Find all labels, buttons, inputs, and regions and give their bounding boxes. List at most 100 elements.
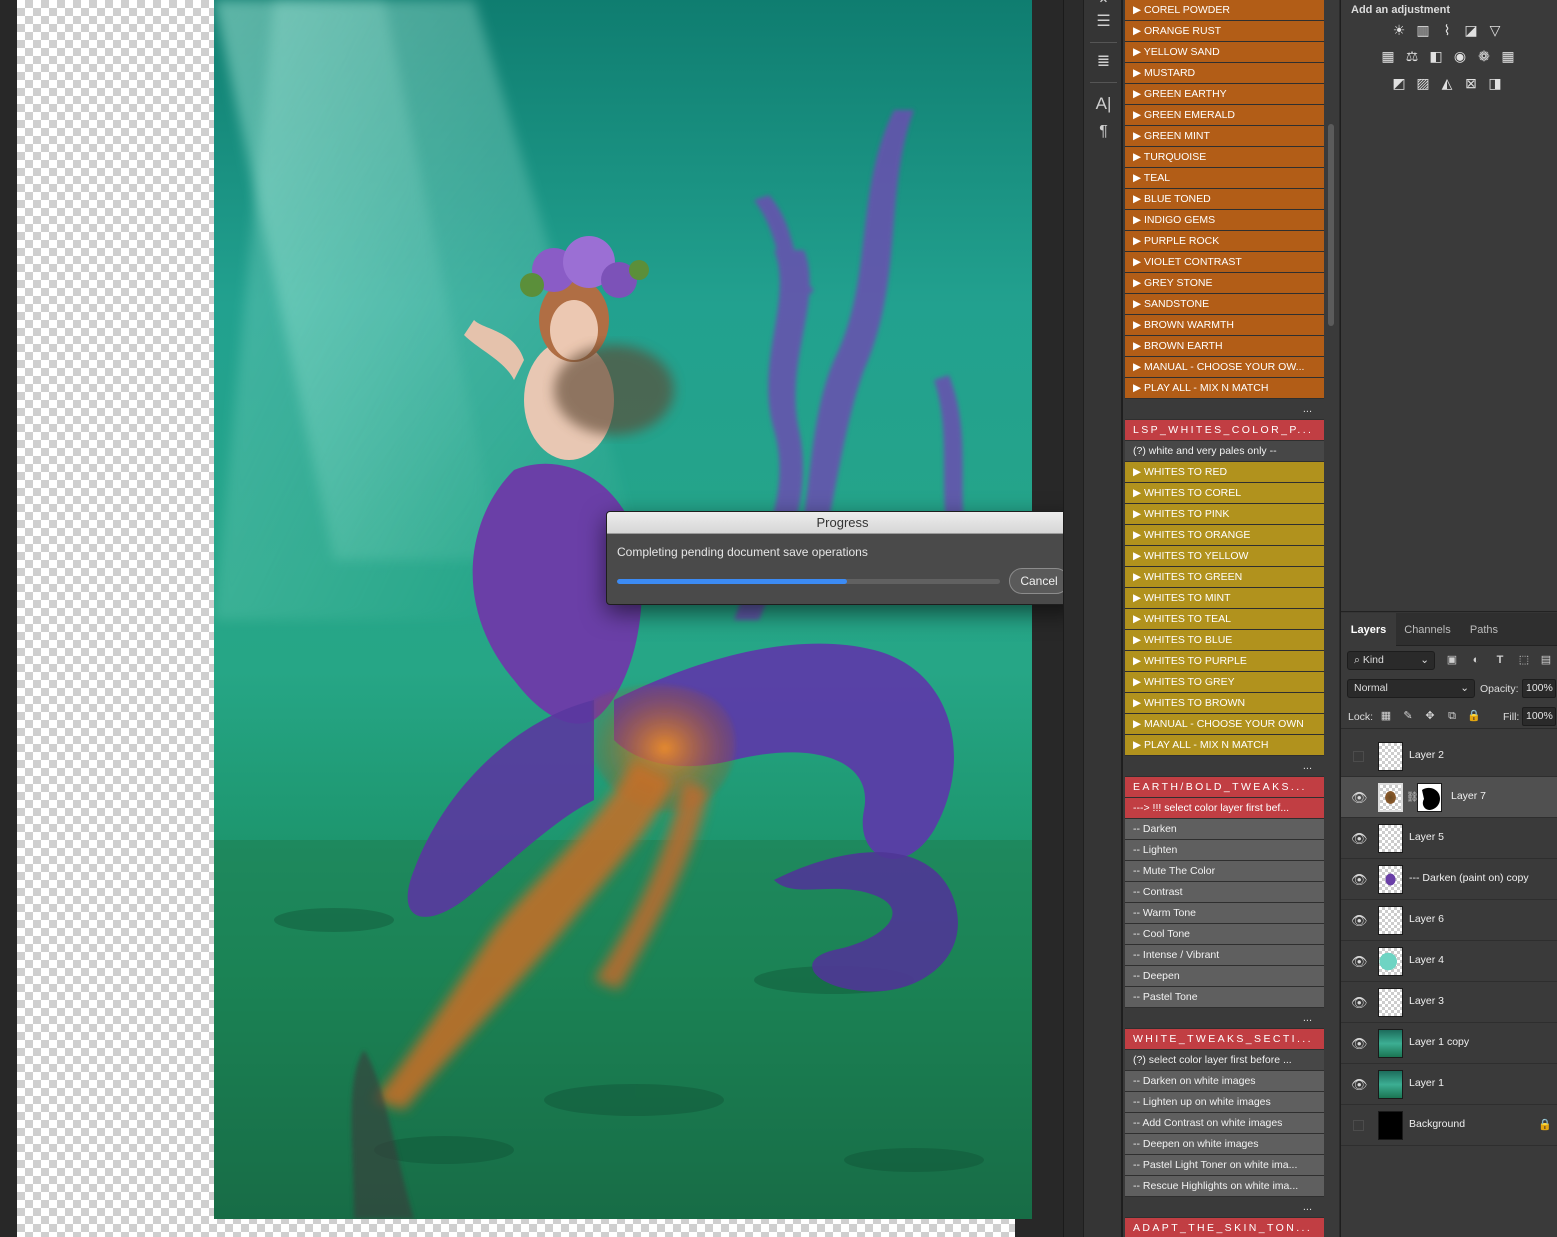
hue-saturation-icon[interactable]: ▦ — [1378, 46, 1398, 66]
character-icon[interactable]: A| — [1084, 90, 1123, 118]
action-item[interactable]: ▶ MANUAL - CHOOSE YOUR OW... — [1125, 357, 1324, 378]
action-item[interactable]: ▶ PLAY ALL - MIX N MATCH — [1125, 378, 1324, 399]
channel-mixer-icon[interactable]: ❁ — [1474, 46, 1494, 66]
layer-row[interactable]: 👁 ⛓ Layer 7 — [1341, 777, 1557, 818]
photo-filter-icon[interactable]: ◉ — [1450, 46, 1470, 66]
threshold-icon[interactable]: ◭ — [1437, 73, 1457, 93]
eye-icon[interactable]: 👁 — [1351, 1036, 1368, 1051]
lock-artboard-icon[interactable]: ⧉ — [1445, 709, 1459, 723]
fill-input[interactable]: 100% — [1522, 707, 1556, 726]
action-item[interactable]: ▶ WHITES TO BLUE — [1125, 630, 1324, 651]
action-item[interactable]: -- Pastel Light Toner on white ima... — [1125, 1155, 1324, 1176]
action-item[interactable]: ▶ WHITES TO YELLOW — [1125, 546, 1324, 567]
action-item[interactable]: -- Darken on white images — [1125, 1071, 1324, 1092]
curves-icon[interactable]: ⌇ — [1437, 20, 1457, 40]
properties-sliders-icon[interactable]: ☰ — [1084, 8, 1123, 36]
action-item[interactable]: ▶ WHITES TO BROWN — [1125, 693, 1324, 714]
action-set-header[interactable]: LSP_WHITES_COLOR_P... — [1125, 420, 1324, 441]
action-item[interactable]: -- Darken — [1125, 819, 1324, 840]
levels-icon[interactable]: ▥ — [1413, 20, 1433, 40]
layer-name[interactable]: Layer 1 copy — [1409, 1036, 1469, 1048]
action-item[interactable]: -- Cool Tone — [1125, 924, 1324, 945]
lock-all-icon[interactable]: 🔒 — [1467, 709, 1481, 723]
cancel-button[interactable]: Cancel — [1009, 568, 1069, 594]
invert-icon[interactable]: ◩ — [1389, 73, 1409, 93]
tab-layers[interactable]: Layers — [1341, 613, 1396, 646]
layer-row[interactable]: 👁 Layer 6 — [1341, 900, 1557, 941]
layer-row[interactable]: 👁 Layer 1 — [1341, 1064, 1557, 1105]
action-item[interactable]: ▶ GREY STONE — [1125, 273, 1324, 294]
action-item[interactable]: ▶ WHITES TO MINT — [1125, 588, 1324, 609]
actions-more-row[interactable]: ... — [1125, 1008, 1324, 1029]
lock-move-icon[interactable]: ✥ — [1423, 709, 1437, 723]
eye-icon[interactable]: 👁 — [1351, 872, 1368, 887]
layer-row[interactable]: 👁 --- Darken (paint on) copy — [1341, 859, 1557, 900]
lock-paint-icon[interactable]: ✎ — [1401, 709, 1415, 723]
action-item[interactable]: -- Pastel Tone — [1125, 987, 1324, 1008]
eye-icon[interactable]: 👁 — [1351, 790, 1368, 805]
action-set-header[interactable]: ADAPT_THE_SKIN_TON... — [1125, 1218, 1324, 1237]
actions-more-row[interactable]: ... — [1125, 756, 1324, 777]
layer-name[interactable]: Layer 6 — [1409, 913, 1444, 925]
smart-object-filter-icon[interactable]: ▤ — [1538, 652, 1554, 668]
document-canvas[interactable] — [17, 0, 1032, 1237]
action-item[interactable]: ▶ BROWN EARTH — [1125, 336, 1324, 357]
layer-mask-thumbnail[interactable] — [1417, 783, 1442, 812]
action-item[interactable]: -- Warm Tone — [1125, 903, 1324, 924]
adjustment-filter-icon[interactable]: ◐ — [1468, 652, 1484, 668]
type-filter-icon[interactable]: T — [1492, 652, 1508, 668]
brightness-contrast-icon[interactable]: ☀ — [1389, 20, 1409, 40]
action-item[interactable]: (?) select color layer first before ... — [1125, 1050, 1324, 1071]
black-white-icon[interactable]: ◧ — [1426, 46, 1446, 66]
visibility-toggle-off[interactable] — [1353, 751, 1364, 762]
action-item[interactable]: ▶ YELLOW SAND — [1125, 42, 1324, 63]
selective-color-icon[interactable]: ⊠ — [1461, 73, 1481, 93]
paragraph-icon[interactable]: ¶ — [1084, 118, 1123, 146]
action-item[interactable]: -- Add Contrast on white images — [1125, 1113, 1324, 1134]
action-item[interactable]: ---> !!! select color layer first bef... — [1125, 798, 1324, 819]
action-item[interactable]: ▶ WHITES TO GREY — [1125, 672, 1324, 693]
exposure-icon[interactable]: ◪ — [1461, 20, 1481, 40]
action-item[interactable]: ▶ WHITES TO PINK — [1125, 504, 1324, 525]
action-item[interactable]: ▶ GREEN MINT — [1125, 126, 1324, 147]
blend-mode-select[interactable]: Normal ⌄ — [1347, 679, 1475, 698]
action-item[interactable]: -- Rescue Highlights on white ima... — [1125, 1176, 1324, 1197]
action-item[interactable]: ▶ GREEN EARTHY — [1125, 84, 1324, 105]
action-item[interactable]: ▶ VIOLET CONTRAST — [1125, 252, 1324, 273]
action-item[interactable]: -- Deepen — [1125, 966, 1324, 987]
action-item[interactable]: -- Lighten up on white images — [1125, 1092, 1324, 1113]
tab-paths[interactable]: Paths — [1459, 613, 1509, 646]
action-item[interactable]: ▶ WHITES TO GREEN — [1125, 567, 1324, 588]
eye-icon[interactable]: 👁 — [1351, 831, 1368, 846]
visibility-toggle-off[interactable] — [1353, 1120, 1364, 1131]
action-item[interactable]: ▶ COREL POWDER — [1125, 0, 1324, 21]
eye-icon[interactable]: 👁 — [1351, 1077, 1368, 1092]
action-item[interactable]: ▶ GREEN EMERALD — [1125, 105, 1324, 126]
layer-name[interactable]: Layer 1 — [1409, 1077, 1444, 1089]
action-item[interactable]: -- Contrast — [1125, 882, 1324, 903]
action-item[interactable]: -- Intense / Vibrant — [1125, 945, 1324, 966]
lock-transparent-icon[interactable]: ▦ — [1379, 709, 1393, 723]
layer-name[interactable]: Layer 2 — [1409, 749, 1444, 761]
layer-row[interactable]: 👁 Layer 4 — [1341, 941, 1557, 982]
mermaid-artwork[interactable] — [214, 0, 1032, 1219]
action-item[interactable]: ▶ WHITES TO RED — [1125, 462, 1324, 483]
action-item[interactable]: -- Mute The Color — [1125, 861, 1324, 882]
action-item[interactable]: ▶ TURQUOISE — [1125, 147, 1324, 168]
stamp-list-icon[interactable]: ≣ — [1084, 48, 1123, 76]
layer-row[interactable]: 👁 Layer 5 — [1341, 818, 1557, 859]
action-item[interactable]: ▶ WHITES TO TEAL — [1125, 609, 1324, 630]
action-item[interactable]: ▶ INDIGO GEMS — [1125, 210, 1324, 231]
eye-icon[interactable]: 👁 — [1351, 954, 1368, 969]
action-item[interactable]: ▶ PLAY ALL - MIX N MATCH — [1125, 735, 1324, 756]
eye-icon[interactable]: 👁 — [1351, 995, 1368, 1010]
action-item[interactable]: ▶ SANDSTONE — [1125, 294, 1324, 315]
action-item[interactable]: ▶ WHITES TO ORANGE — [1125, 525, 1324, 546]
color-balance-icon[interactable]: ⚖ — [1402, 46, 1422, 66]
action-item[interactable]: ▶ PURPLE ROCK — [1125, 231, 1324, 252]
actions-more-row[interactable]: ... — [1125, 399, 1324, 420]
action-set-header[interactable]: WHITE_TWEAKS_SECTI... — [1125, 1029, 1324, 1050]
action-item[interactable]: ▶ TEAL — [1125, 168, 1324, 189]
action-item[interactable]: -- Deepen on white images — [1125, 1134, 1324, 1155]
layer-row[interactable]: Background 🔒 — [1341, 1105, 1557, 1146]
